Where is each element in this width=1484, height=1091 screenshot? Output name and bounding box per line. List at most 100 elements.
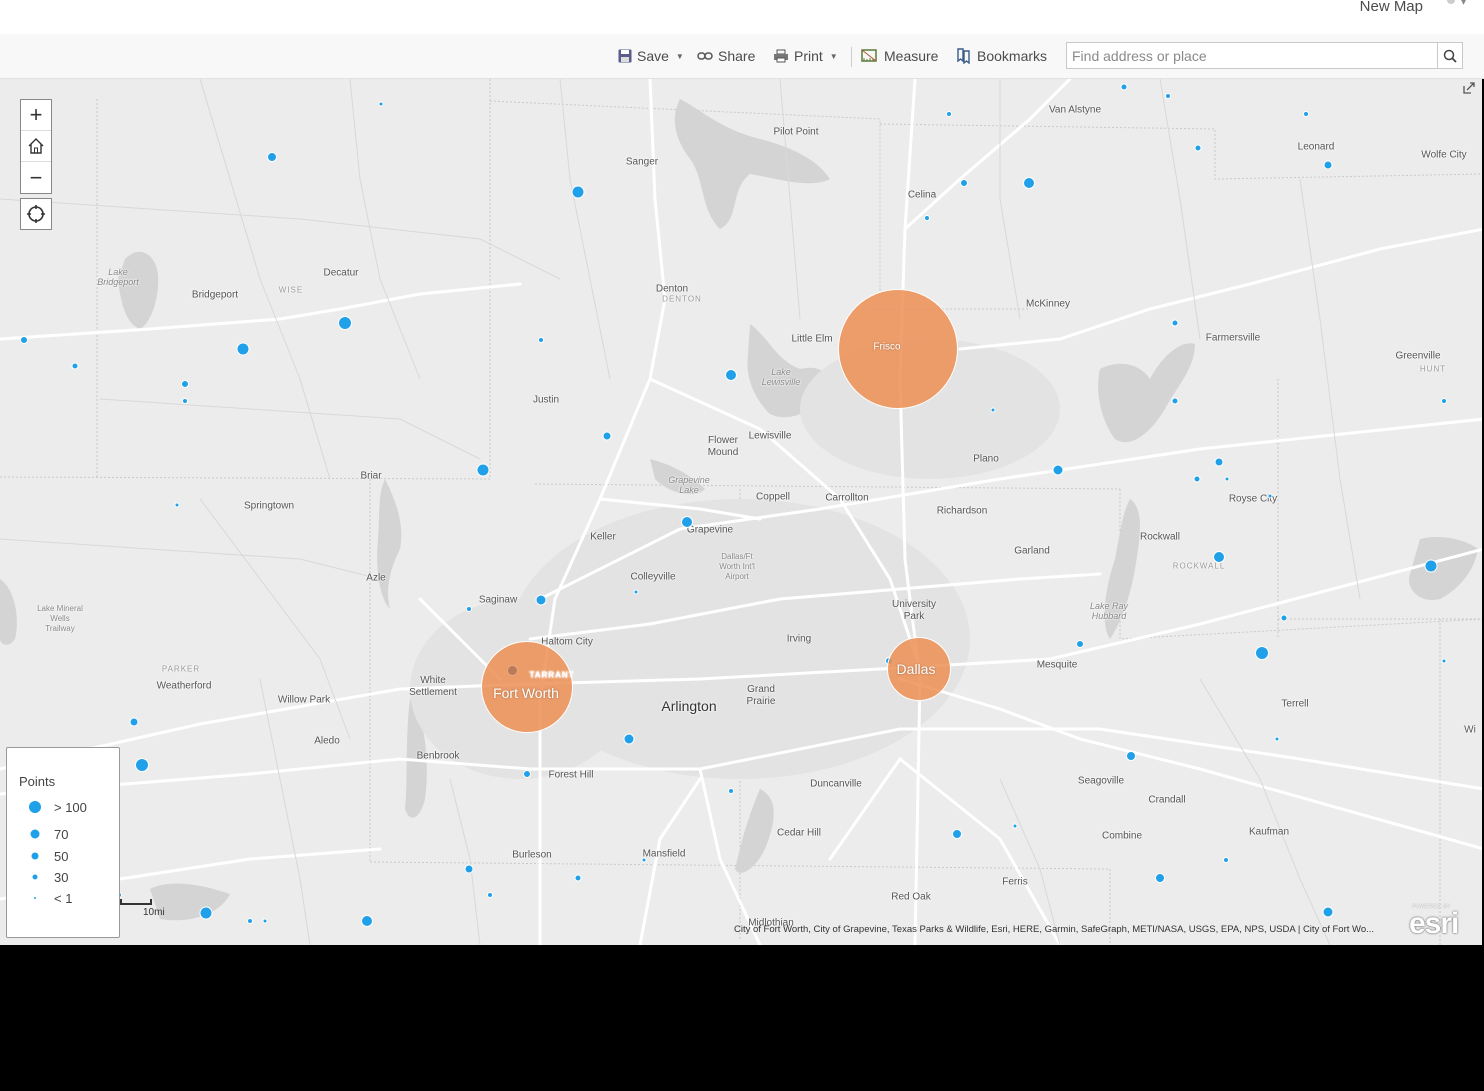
map-point[interactable] (1280, 614, 1288, 622)
user-avatar-icon[interactable]: ▾ (1442, 0, 1466, 10)
place-label: Combine (1101, 830, 1143, 842)
search-button[interactable] (1437, 43, 1462, 68)
map-point[interactable] (725, 369, 737, 381)
map-point[interactable] (361, 915, 373, 927)
map-point[interactable] (1303, 111, 1309, 117)
place-label: White Settlement (409, 675, 457, 698)
map-point[interactable] (1255, 646, 1269, 660)
zoom-in-button[interactable]: + (21, 100, 51, 131)
map-point[interactable] (267, 152, 277, 162)
legend-symbol (29, 828, 41, 840)
place-label: Lake Mineral Wells Trailway (37, 604, 83, 633)
share-label: Share (718, 48, 756, 64)
map-point[interactable] (464, 864, 474, 874)
map-point[interactable] (1076, 640, 1084, 648)
map-point[interactable] (1126, 751, 1136, 761)
place-label: Wolfe City (1421, 149, 1467, 161)
map-point[interactable] (1120, 83, 1128, 91)
place-label: Greenville (1395, 350, 1441, 362)
map-point[interactable] (924, 215, 930, 221)
place-label: Lewisville (748, 430, 792, 442)
map-point[interactable] (1322, 906, 1334, 918)
map-app: New Map ▾ Save ▼ Share Print ▼ Measure Boo… (0, 0, 1484, 1091)
map-point[interactable] (378, 101, 384, 107)
map-point[interactable] (1052, 464, 1064, 476)
map-point[interactable] (1193, 475, 1201, 483)
place-label: Springtown (243, 500, 295, 512)
save-button[interactable]: Save ▼ (618, 46, 684, 66)
map-point[interactable] (71, 362, 79, 370)
map-point[interactable] (1023, 177, 1035, 189)
home-button[interactable] (21, 131, 51, 162)
place-label: Azle (366, 572, 386, 584)
map-attribution[interactable]: City of Fort Worth, City of Grapevine, T… (734, 924, 1400, 935)
map-title[interactable]: New Map (1360, 0, 1423, 15)
map-point[interactable] (602, 431, 612, 441)
map-point[interactable] (1194, 144, 1202, 152)
map-point[interactable] (1012, 823, 1018, 829)
map-point[interactable] (681, 516, 693, 528)
place-label: Forest Hill (548, 769, 594, 781)
map-point[interactable] (571, 185, 585, 199)
search-input[interactable] (1067, 43, 1438, 68)
legend-title: Points (19, 774, 56, 789)
map-point[interactable] (1213, 551, 1225, 563)
map-point[interactable] (633, 589, 639, 595)
map-point[interactable] (1214, 457, 1224, 467)
map-point[interactable] (1267, 493, 1273, 499)
share-button[interactable]: Share (697, 46, 755, 66)
map-point[interactable] (1323, 160, 1333, 170)
place-label: Farmersville (1205, 332, 1261, 344)
map-point[interactable] (466, 606, 472, 612)
map-point[interactable] (641, 857, 647, 863)
map-point[interactable] (523, 770, 531, 778)
map-point[interactable] (960, 179, 968, 187)
map-point[interactable] (1441, 398, 1447, 404)
map-point[interactable] (1224, 476, 1230, 482)
map-point[interactable] (135, 758, 149, 772)
bookmarks-button[interactable]: Bookmarks (956, 46, 1047, 66)
measure-button[interactable]: Measure (861, 46, 938, 66)
top-header: New Map ▾ (0, 0, 1484, 34)
map-point[interactable] (182, 398, 188, 404)
map-point[interactable] (338, 316, 352, 330)
map-point[interactable] (199, 906, 213, 920)
map-point[interactable] (476, 463, 490, 477)
map-point[interactable] (535, 594, 547, 606)
map-point[interactable] (1171, 319, 1179, 327)
map-point[interactable] (262, 918, 268, 924)
place-label: Benbrook (416, 750, 460, 762)
map-point[interactable] (487, 892, 493, 898)
map-point[interactable] (946, 111, 952, 117)
map-point[interactable] (236, 342, 250, 356)
locate-button[interactable] (20, 198, 52, 230)
map-point[interactable] (1165, 93, 1171, 99)
map-point[interactable] (574, 874, 582, 882)
expand-icon[interactable] (1462, 81, 1476, 95)
map-point[interactable] (1274, 736, 1280, 742)
map-point[interactable] (129, 717, 139, 727)
map-point[interactable] (174, 502, 180, 508)
esri-logo[interactable]: POWERED BY esri (1408, 904, 1472, 940)
legend-label: > 100 (54, 800, 87, 815)
map-point[interactable] (990, 407, 996, 413)
map-point[interactable] (1171, 397, 1179, 405)
map-point[interactable] (952, 829, 962, 839)
map-point[interactable] (1441, 658, 1447, 664)
bookmarks-label: Bookmarks (977, 48, 1048, 64)
map-point[interactable] (1155, 873, 1165, 883)
map-point[interactable] (247, 918, 253, 924)
map-point[interactable] (623, 733, 635, 745)
print-button[interactable]: Print ▼ (773, 46, 838, 66)
map-point[interactable] (181, 380, 189, 388)
zoom-out-button[interactable]: − (21, 162, 51, 193)
place-label: Grapevine Lake (668, 475, 710, 495)
map-view[interactable]: Van Alstyne Pilot Point Leonard Wolfe Ci… (0, 79, 1484, 945)
map-point[interactable] (728, 788, 734, 794)
map-point[interactable] (20, 336, 28, 344)
map-point[interactable] (538, 337, 544, 343)
printer-icon (774, 49, 788, 63)
legend-item: 50 (7, 846, 119, 866)
map-point[interactable] (1424, 559, 1438, 573)
map-point[interactable] (1223, 857, 1229, 863)
